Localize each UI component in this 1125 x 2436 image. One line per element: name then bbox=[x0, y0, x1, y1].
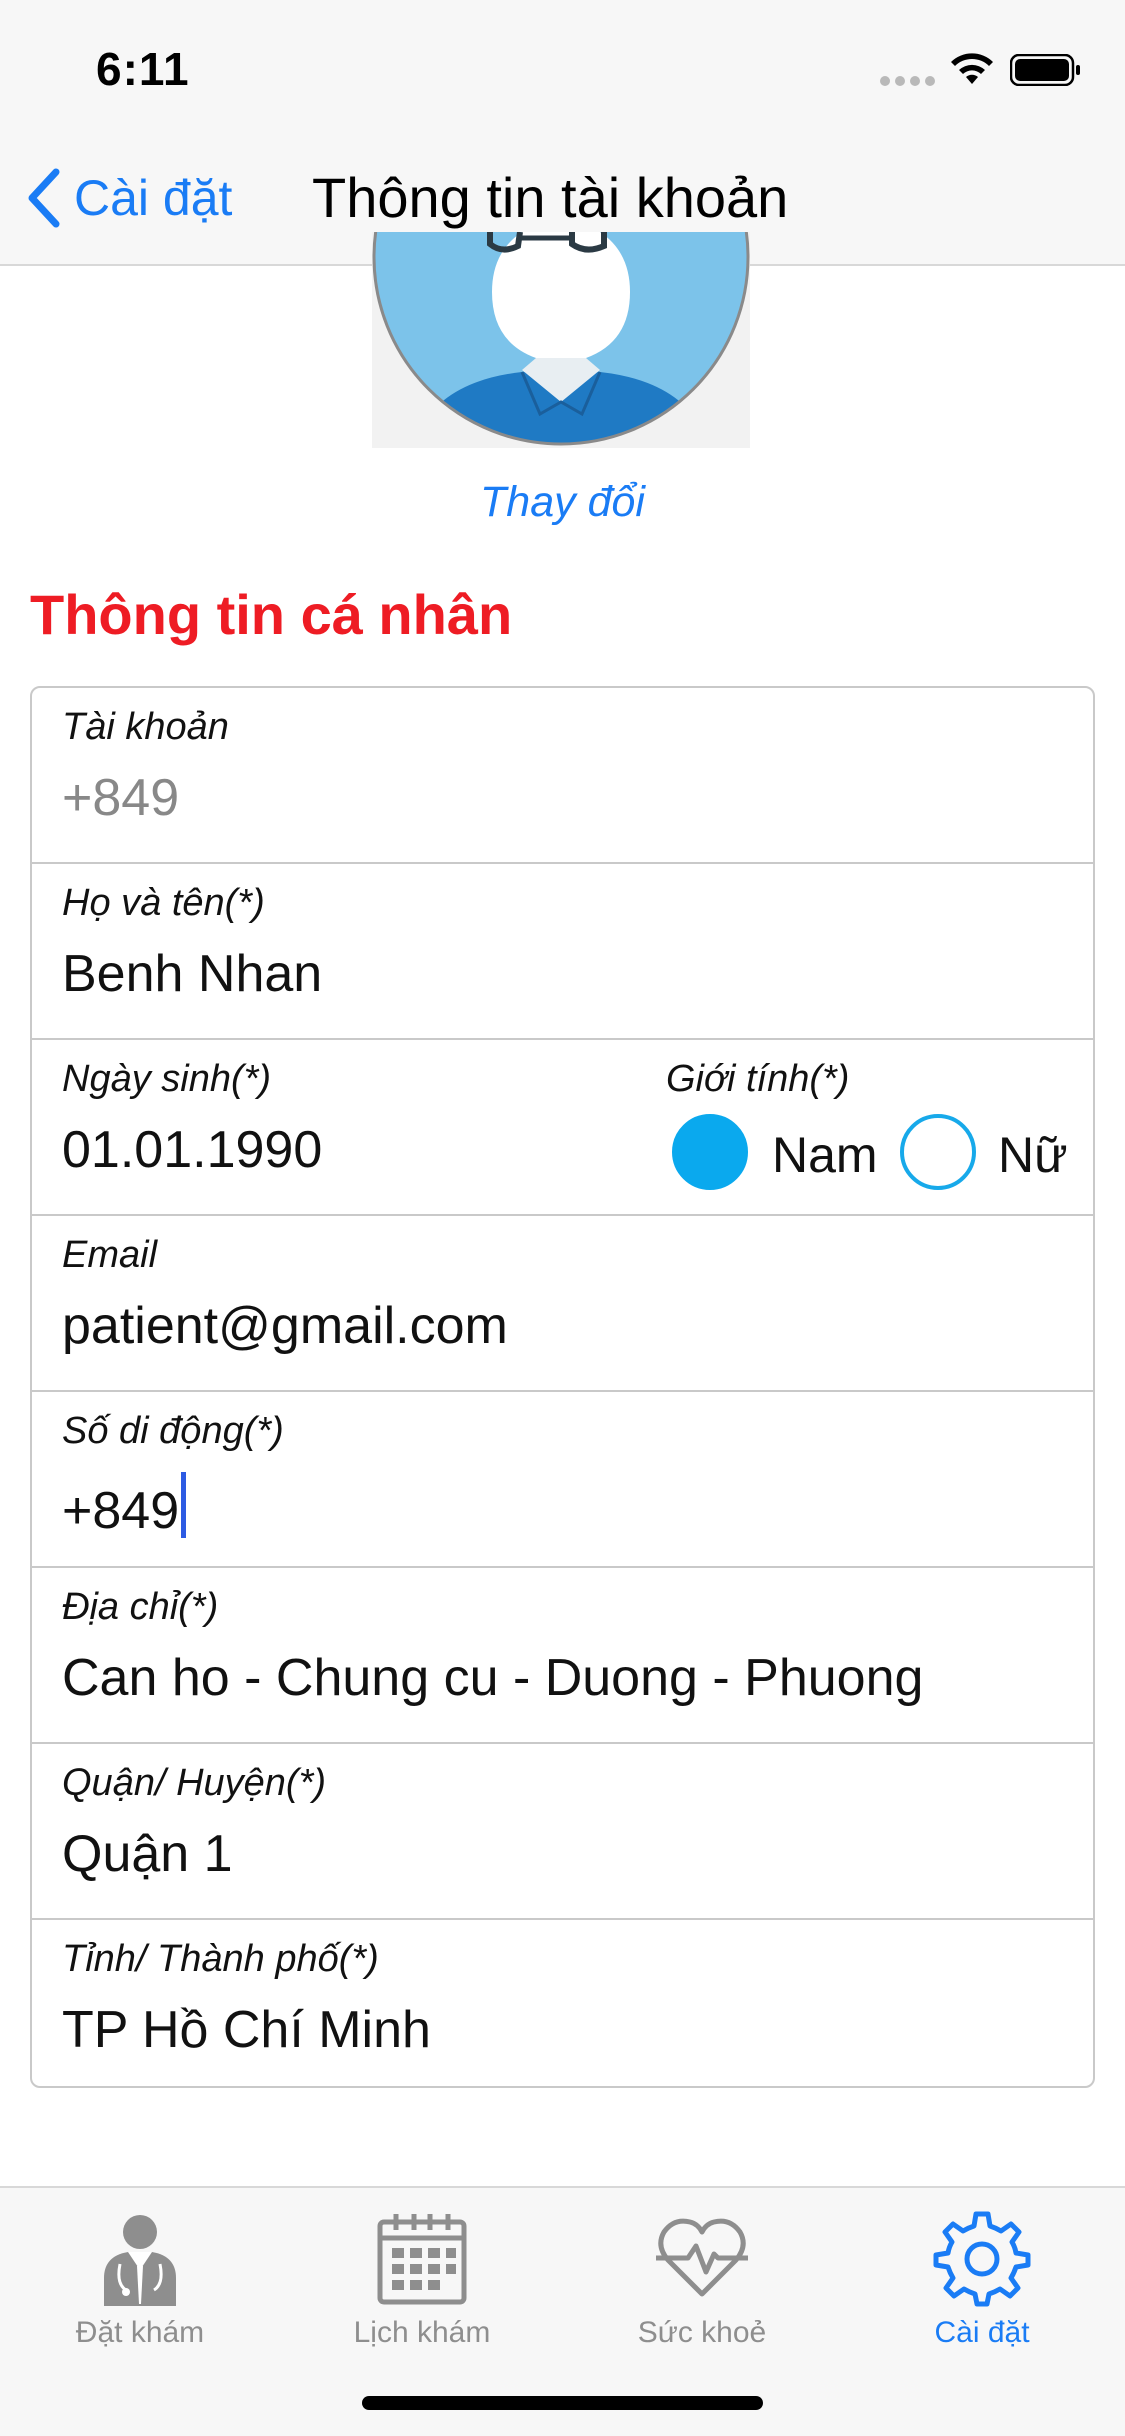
personal-info-form: Tài khoản +849 Họ và tên(*) Benh Nhan Ng… bbox=[30, 686, 1095, 2088]
district-label: Quận/ Huyện(*) bbox=[62, 1762, 327, 1804]
phone-field-text: +849 bbox=[62, 1482, 180, 1540]
form-row-full-name: Họ và tên(*) Benh Nhan bbox=[32, 864, 1093, 1040]
gender-radio-female-label[interactable]: Nữ bbox=[998, 1126, 1068, 1184]
account-info-screen: 6:11 Cài đặt Thông tin tài khoản Thay đổ… bbox=[0, 0, 1125, 2436]
gear-icon bbox=[933, 2211, 1031, 2307]
calendar-icon bbox=[377, 2214, 467, 2305]
back-button[interactable]: Cài đặt bbox=[24, 166, 232, 230]
address-field[interactable]: Can ho - Chung cu - Duong - Phuong bbox=[62, 1648, 923, 1708]
form-row-account: Tài khoản +849 bbox=[32, 688, 1093, 864]
account-label: Tài khoản bbox=[62, 706, 229, 748]
province-field[interactable]: TP Hồ Chí Minh bbox=[62, 2000, 431, 2060]
tab-health-label: Sức khoẻ bbox=[637, 2316, 767, 2349]
email-label: Email bbox=[62, 1234, 158, 1276]
tab-book-appointment-label: Đặt khám bbox=[75, 2316, 205, 2349]
gender-radio-male[interactable] bbox=[672, 1114, 748, 1190]
form-row-phone: Số di động(*) +849 bbox=[32, 1392, 1093, 1568]
province-label: Tỉnh/ Thành phố(*) bbox=[62, 1938, 379, 1980]
form-row-email: Email patient@gmail.com bbox=[32, 1216, 1093, 1392]
status-time: 6:11 bbox=[96, 43, 190, 95]
form-row-province: Tỉnh/ Thành phố(*) TP Hồ Chí Minh bbox=[32, 1920, 1093, 2086]
status-bar: 6:11 bbox=[0, 0, 1125, 132]
full-name-label: Họ và tên(*) bbox=[62, 882, 265, 924]
text-caret bbox=[181, 1472, 187, 1538]
birth-date-field[interactable]: 01.01.1990 bbox=[62, 1120, 322, 1180]
birth-date-label: Ngày sinh(*) bbox=[62, 1058, 272, 1100]
tab-settings-label: Cài đặt bbox=[934, 2316, 1030, 2349]
address-label: Địa chỉ(*) bbox=[62, 1586, 219, 1628]
heart-pulse-icon bbox=[656, 2218, 748, 2297]
tab-appointments[interactable]: Lịch khám bbox=[282, 2198, 562, 2358]
tab-health[interactable]: Sức khoẻ bbox=[562, 2198, 842, 2358]
tab-settings[interactable]: Cài đặt bbox=[842, 2198, 1122, 2358]
doctor-icon bbox=[104, 2215, 176, 2306]
wifi-icon bbox=[951, 53, 993, 84]
gender-radio-female[interactable] bbox=[900, 1114, 976, 1190]
email-field[interactable]: patient@gmail.com bbox=[62, 1296, 508, 1356]
form-row-district: Quận/ Huyện(*) Quận 1 bbox=[32, 1744, 1093, 1920]
home-indicator[interactable] bbox=[362, 2396, 763, 2410]
tab-appointments-label: Lịch khám bbox=[353, 2316, 491, 2349]
form-row-address: Địa chỉ(*) Can ho - Chung cu - Duong - P… bbox=[32, 1568, 1093, 1744]
phone-label: Số di động(*) bbox=[62, 1410, 284, 1452]
district-field[interactable]: Quận 1 bbox=[62, 1824, 233, 1884]
change-photo-link[interactable]: Thay đổi bbox=[0, 478, 1125, 527]
full-name-field[interactable]: Benh Nhan bbox=[62, 944, 322, 1004]
form-row-birth-gender: Ngày sinh(*) 01.01.1990 Giới tính(*) Nam… bbox=[32, 1040, 1093, 1216]
chevron-left-icon bbox=[28, 168, 60, 228]
cellular-signal-icon bbox=[880, 76, 936, 86]
section-title-personal-info: Thông tin cá nhân bbox=[30, 583, 513, 646]
back-button-label: Cài đặt bbox=[74, 170, 233, 226]
avatar[interactable] bbox=[372, 232, 750, 448]
account-field: +849 bbox=[62, 769, 180, 827]
tab-book-appointment[interactable]: Đặt khám bbox=[0, 2198, 280, 2358]
page-title: Thông tin tài khoản bbox=[312, 166, 789, 229]
avatar-image bbox=[372, 232, 750, 448]
battery-icon bbox=[1010, 54, 1080, 86]
phone-field[interactable]: +849 bbox=[62, 1472, 187, 1541]
gender-label: Giới tính(*) bbox=[666, 1058, 850, 1100]
gender-radio-male-label[interactable]: Nam bbox=[772, 1126, 878, 1184]
